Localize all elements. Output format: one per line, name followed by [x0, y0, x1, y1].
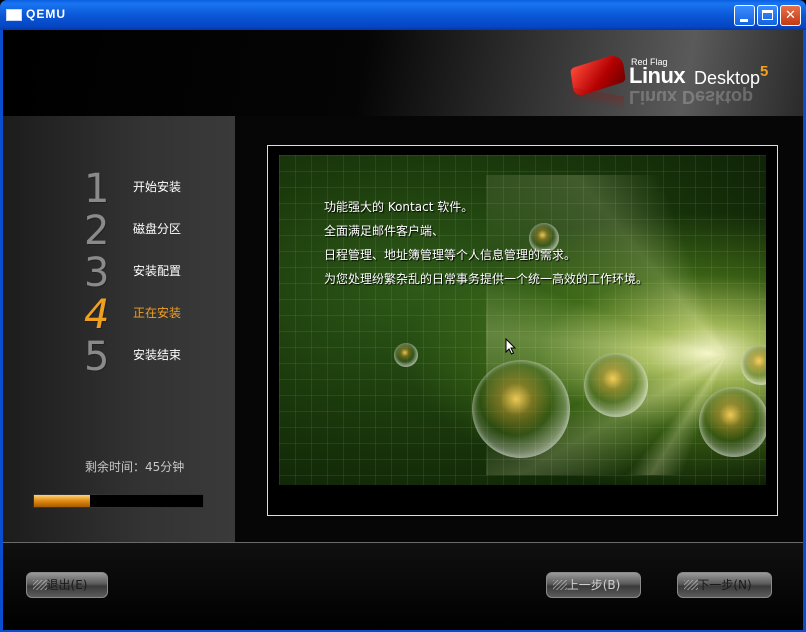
maximize-button[interactable]	[757, 5, 778, 26]
step-number: 2	[84, 208, 110, 254]
step-label: 正在安装	[133, 306, 182, 320]
bubble-decoration	[394, 343, 418, 367]
slide-caption-line: 全面满足邮件客户端、	[324, 224, 445, 238]
slide-caption-line: 功能强大的 Kontact 软件。	[324, 200, 474, 214]
minimize-button[interactable]	[734, 5, 755, 26]
close-button[interactable]: ✕	[780, 5, 801, 26]
step-label: 开始安装	[133, 180, 182, 194]
previous-step-button[interactable]: 上一步(B)	[546, 572, 641, 598]
exit-button[interactable]: 退出(E)	[26, 572, 108, 598]
step-label: 安装结束	[133, 348, 182, 362]
minimize-icon	[740, 19, 748, 22]
slide-caption-line: 日程管理、地址簿管理等个人信息管理的需求。	[324, 248, 577, 262]
logo-text-reflection: Linux Desktop	[629, 87, 754, 107]
install-progress-bar	[33, 494, 204, 508]
button-texture-icon	[684, 580, 698, 590]
window-title-bar[interactable]: QEMU ✕	[0, 0, 806, 30]
step-label: 安装配置	[133, 264, 182, 278]
exit-button-label: 退出(E)	[46, 578, 88, 592]
slideshow-image: 功能强大的 Kontact 软件。 全面满足邮件客户端、 日程管理、地址簿管理等…	[279, 155, 766, 485]
step-2: 2 磁盘分区	[80, 208, 230, 254]
previous-step-label: 上一步(B)	[566, 578, 621, 592]
step-number: 4	[84, 292, 110, 338]
next-step-label: 下一步(N)	[697, 578, 752, 592]
bubble-decoration	[472, 360, 570, 458]
step-number: 3	[84, 250, 110, 296]
close-icon: ✕	[785, 8, 796, 23]
step-number: 1	[84, 166, 110, 212]
window-title: QEMU	[26, 7, 66, 21]
logo-version: 5	[760, 63, 769, 80]
remaining-time: 剩余时间：45分钟	[85, 460, 185, 474]
next-step-button[interactable]: 下一步(N)	[677, 572, 772, 598]
step-3: 3 安装配置	[80, 250, 230, 296]
bubble-decoration	[584, 353, 648, 417]
window-app-icon	[6, 9, 22, 21]
slide-caption: 功能强大的 Kontact 软件。 全面满足邮件客户端、 日程管理、地址簿管理等…	[324, 195, 648, 291]
step-label: 磁盘分区	[133, 222, 182, 236]
progress-fill	[34, 495, 90, 507]
step-5: 5 安装结束	[80, 334, 230, 380]
step-1: 1 开始安装	[80, 166, 230, 212]
button-texture-icon	[33, 580, 47, 590]
step-4-current: 4 正在安装	[80, 292, 230, 338]
step-number: 5	[84, 334, 110, 380]
slide-caption-line: 为您处理纷繁杂乱的日常事务提供一个统一高效的工作环境。	[324, 272, 649, 286]
button-texture-icon	[553, 580, 567, 590]
bubble-decoration	[699, 387, 766, 457]
maximize-icon	[762, 10, 773, 20]
